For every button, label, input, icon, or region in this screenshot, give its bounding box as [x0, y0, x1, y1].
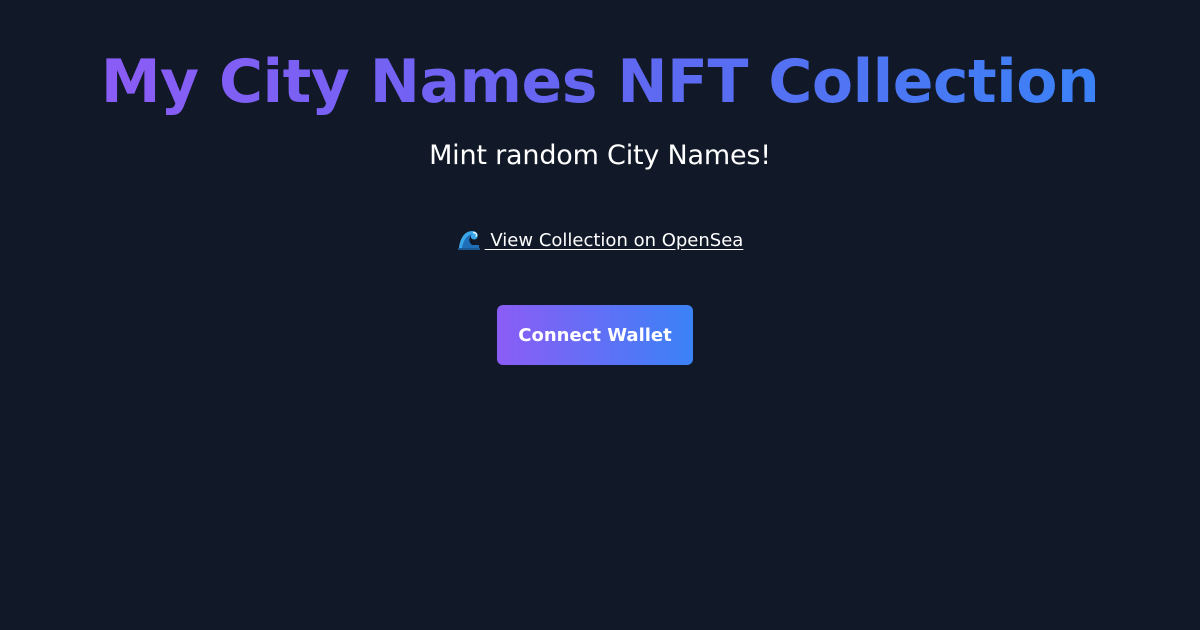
water-wave-icon [457, 231, 480, 250]
view-collection-link[interactable]: View Collection on OpenSea [457, 230, 744, 251]
opensea-link-row: View Collection on OpenSea [0, 228, 1200, 253]
page-subtitle: Mint random City Names! [429, 140, 771, 171]
page: My City Names NFT Collection Mint random… [0, 0, 1200, 630]
view-collection-label: View Collection on OpenSea [484, 230, 744, 251]
page-title-text: My City Names NFT Collection [101, 44, 1100, 120]
page-title: My City Names NFT Collection [0, 44, 1200, 120]
connect-wallet-button[interactable]: Connect Wallet [497, 305, 693, 365]
